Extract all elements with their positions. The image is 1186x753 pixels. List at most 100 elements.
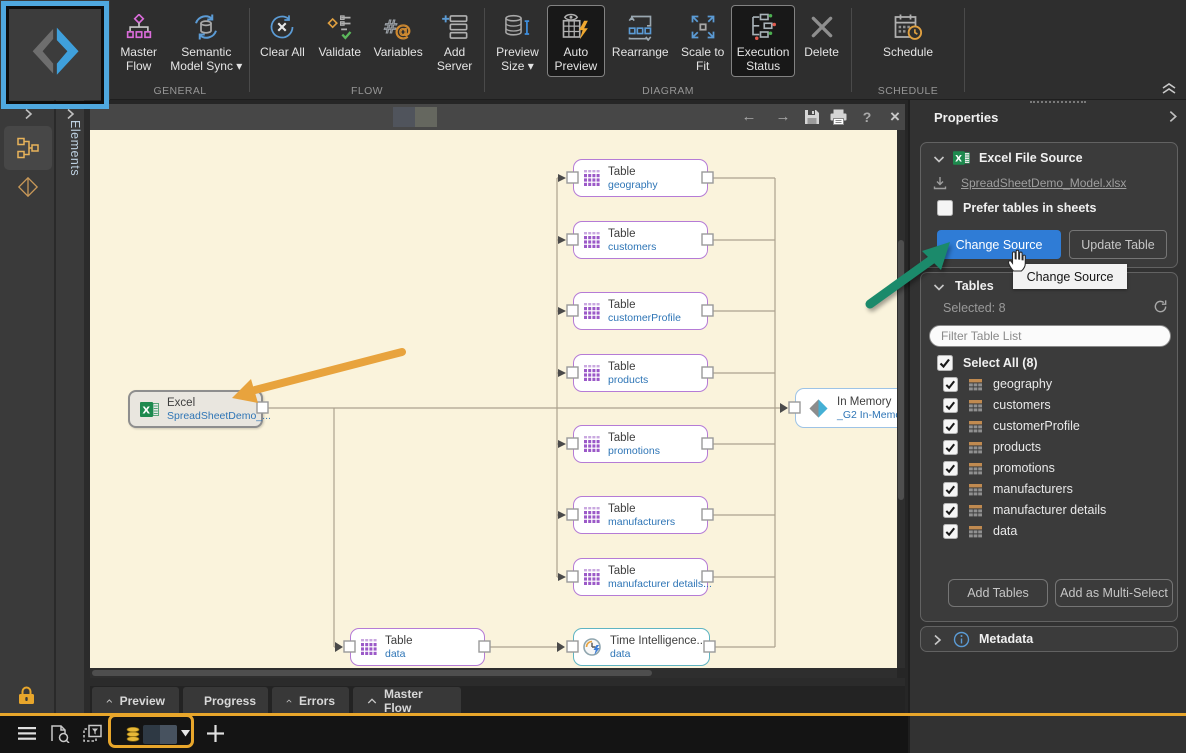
- table-node-geography[interactable]: Table geography: [573, 159, 708, 197]
- selection-pane-icon[interactable]: [82, 724, 102, 743]
- table-icon: [969, 462, 983, 476]
- sidebar-tab-flow[interactable]: [4, 126, 52, 170]
- redo-forward-icon[interactable]: →: [772, 107, 794, 127]
- clear-all-button[interactable]: Clear All: [254, 6, 310, 62]
- table-checkbox[interactable]: [943, 419, 958, 434]
- print-icon[interactable]: [830, 109, 847, 125]
- section-collapse-chevron[interactable]: [933, 155, 945, 164]
- table-checkbox[interactable]: [943, 440, 958, 455]
- excel-source-node[interactable]: X Excel SpreadSheetDemo_...: [128, 390, 271, 428]
- close-flow-icon[interactable]: ×: [884, 107, 906, 127]
- table-icon: [969, 420, 983, 434]
- scrollbar-thumb[interactable]: [898, 240, 904, 500]
- tab-preview[interactable]: Preview: [92, 687, 179, 714]
- time-intelligence-node[interactable]: Time Intelligence... data: [573, 628, 710, 666]
- save-icon[interactable]: [804, 109, 820, 125]
- ribbon-divider: [964, 8, 965, 92]
- preview-size-button[interactable]: Preview Size ▾: [490, 6, 544, 76]
- database-coins-icon[interactable]: [126, 727, 140, 742]
- download-icon[interactable]: [933, 176, 947, 190]
- table-node-products[interactable]: Table products: [573, 354, 708, 392]
- table-item-label[interactable]: promotions: [993, 461, 1055, 475]
- add-server-button[interactable]: Add Server: [430, 6, 480, 76]
- validate-label: Validate: [318, 45, 362, 59]
- select-all-label: Select All (8): [963, 356, 1038, 370]
- table-item-label[interactable]: manufacturer details: [993, 503, 1106, 517]
- table-checkbox[interactable]: [943, 503, 958, 518]
- add-page-icon[interactable]: [207, 725, 224, 742]
- add-tables-button[interactable]: Add Tables: [948, 579, 1048, 607]
- table-item-label[interactable]: geography: [993, 377, 1052, 391]
- schedule-icon: [893, 8, 923, 46]
- section-collapse-chevron[interactable]: [933, 283, 945, 292]
- table-checkbox[interactable]: [943, 398, 958, 413]
- semantic-model-sync-button[interactable]: Semantic Model Sync ▾: [165, 6, 247, 76]
- tab-label: Preview: [119, 693, 165, 708]
- section-expand-chevron[interactable]: [933, 634, 942, 646]
- menu-icon[interactable]: [18, 727, 36, 740]
- execution-status-button[interactable]: Execution Status: [732, 6, 795, 76]
- delete-button[interactable]: Delete: [798, 6, 846, 62]
- master-flow-icon: [126, 8, 152, 46]
- table-node-manufacturer-details[interactable]: Table manufacturer details...: [573, 558, 712, 596]
- prefer-tables-checkbox[interactable]: [937, 200, 953, 216]
- table-checkbox[interactable]: [943, 461, 958, 476]
- metadata-card[interactable]: Metadata: [920, 626, 1178, 652]
- panel-collapse-chevron[interactable]: [1166, 110, 1179, 123]
- auto-preview-button[interactable]: Auto Preview: [547, 6, 604, 76]
- canvas-vertical-scrollbar[interactable]: [897, 130, 905, 668]
- sidebar-tab-model[interactable]: [17, 176, 39, 198]
- node-title: Table: [608, 431, 636, 444]
- tab-label: Errors: [298, 693, 335, 708]
- excel-file-source-card: X Excel File Source SpreadSheetDemo_Mode…: [920, 142, 1178, 268]
- dataset-selector-dropdown[interactable]: [143, 725, 177, 744]
- rearrange-button[interactable]: Rearrange: [607, 6, 673, 62]
- tab-master-flow[interactable]: Master Flow: [353, 687, 461, 715]
- update-table-button[interactable]: Update Table: [1069, 230, 1167, 259]
- table-item-label[interactable]: customerProfile: [993, 419, 1080, 433]
- table-checkbox[interactable]: [943, 524, 958, 539]
- tab-errors[interactable]: Errors: [272, 687, 349, 714]
- refresh-icon[interactable]: [1153, 299, 1168, 314]
- table-item-label[interactable]: manufacturers: [993, 482, 1073, 496]
- page-preview-icon[interactable]: [50, 724, 70, 743]
- canvas-horizontal-scrollbar[interactable]: [90, 668, 897, 678]
- select-all-checkbox[interactable]: [937, 355, 953, 371]
- elements-panel-label[interactable]: Elements: [60, 120, 82, 176]
- variables-button[interactable]: # @ Variables: [369, 6, 427, 62]
- node-title: Time Intelligence...: [610, 634, 707, 647]
- variables-label: Variables: [373, 45, 423, 59]
- table-node-customers[interactable]: Table customers: [573, 221, 708, 259]
- table-item-label[interactable]: products: [993, 440, 1041, 454]
- table-item-label[interactable]: data: [993, 524, 1017, 538]
- schedule-button[interactable]: Schedule: [877, 6, 939, 62]
- table-node-promotions[interactable]: Table promotions: [573, 425, 708, 463]
- sidebar-expand-chevron[interactable]: [22, 108, 34, 120]
- table-node-customerProfile[interactable]: Table customerProfile: [573, 292, 708, 330]
- app-logo[interactable]: [0, 0, 110, 100]
- add-as-multi-select-button[interactable]: Add as Multi-Select: [1055, 579, 1173, 607]
- node-subtitle: _G2 In-Memory: [837, 408, 897, 421]
- filter-table-input[interactable]: [929, 325, 1171, 347]
- validate-button[interactable]: Validate: [313, 6, 367, 62]
- in-memory-node[interactable]: In Memory_G2 In-Memory: [795, 388, 897, 428]
- dropdown-caret-icon[interactable]: [181, 730, 190, 737]
- table-checkbox[interactable]: [943, 377, 958, 392]
- change-source-button[interactable]: Change Source: [937, 230, 1061, 259]
- collapse-ribbon-button[interactable]: [1160, 81, 1178, 95]
- help-icon[interactable]: ?: [856, 107, 878, 127]
- panel-drag-handle[interactable]: [1030, 101, 1086, 103]
- scale-to-fit-button[interactable]: Scale to Fit: [677, 6, 729, 76]
- table-item-label[interactable]: customers: [993, 398, 1051, 412]
- undo-back-icon[interactable]: ←: [738, 107, 760, 127]
- table-checkbox[interactable]: [943, 482, 958, 497]
- lock-icon[interactable]: [18, 686, 35, 705]
- tab-progress[interactable]: Progress: [183, 687, 268, 714]
- diagram-canvas[interactable]: X Excel SpreadSheetDemo_... Table geograp…: [90, 130, 897, 668]
- elements-expand-chevron[interactable]: [64, 108, 76, 120]
- table-node-manufacturers[interactable]: Table manufacturers: [573, 496, 708, 534]
- table-node-data[interactable]: Table data: [350, 628, 485, 666]
- scrollbar-thumb[interactable]: [92, 670, 652, 676]
- master-flow-button[interactable]: Master Flow: [113, 6, 165, 76]
- source-file-link[interactable]: SpreadSheetDemo_Model.xlsx: [961, 176, 1126, 190]
